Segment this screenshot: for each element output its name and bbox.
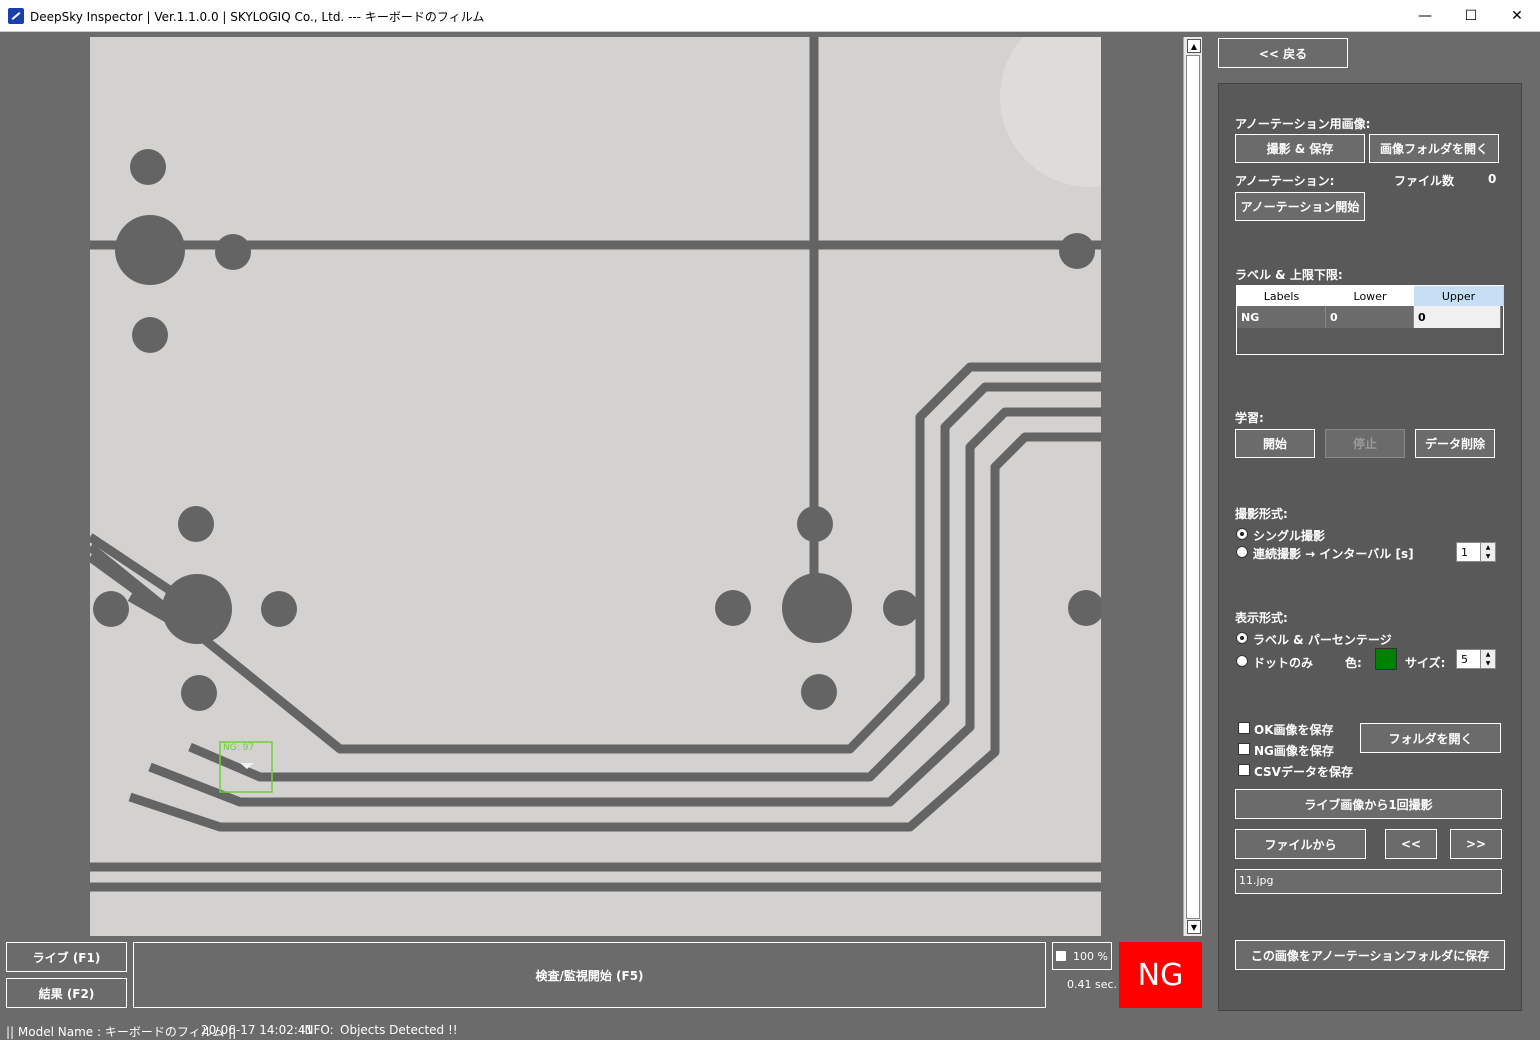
start-annotation-button[interactable]: アノーテーション開始	[1235, 192, 1365, 221]
single-capture-radio[interactable]	[1236, 528, 1248, 540]
learning-label: 学習:	[1235, 411, 1264, 425]
capture-mode-label: 撮影形式:	[1235, 507, 1288, 521]
learn-start-button[interactable]: 開始	[1235, 429, 1315, 458]
label-percentage-label: ラベル & パーセンテージ	[1253, 633, 1392, 647]
verdict-badge: NG	[1119, 942, 1202, 1008]
status-bar: || Model Name : キーボードのフィルム || 20-06-17 1…	[0, 1019, 1540, 1040]
vertical-scrollbar[interactable]: ▲ ▼	[1183, 37, 1202, 936]
open-folder-button[interactable]: フォルダを開く	[1360, 723, 1501, 753]
size-value: 5	[1461, 653, 1468, 666]
save-ng-checkbox[interactable]	[1238, 743, 1250, 755]
size-label: サイズ:	[1405, 656, 1446, 670]
label-limits-label: ラベル & 上限下限:	[1235, 268, 1343, 282]
learn-stop-button[interactable]: 停止	[1325, 429, 1405, 458]
save-csv-label: CSVデータを保存	[1254, 765, 1353, 779]
title-bar: DeepSky Inspector | Ver.1.1.0.0 | SKYLOG…	[0, 0, 1540, 32]
continuous-capture-radio[interactable]	[1236, 546, 1248, 558]
capture-save-button[interactable]: 撮影 & 保存	[1235, 134, 1365, 163]
zoom-toggle[interactable]: 100 %	[1052, 942, 1112, 970]
detection-label: NG: 97	[223, 743, 254, 753]
table-header-upper: Upper	[1414, 286, 1504, 306]
info-message: Objects Detected !!	[340, 1023, 458, 1037]
label-percentage-radio[interactable]	[1236, 632, 1248, 644]
from-file-button[interactable]: ファイルから	[1235, 829, 1366, 859]
minimize-button[interactable]: —	[1402, 0, 1448, 31]
single-capture-label: シングル撮影	[1253, 529, 1326, 543]
save-ok-label: OK画像を保存	[1254, 723, 1334, 737]
inspection-image: NG: 97	[90, 37, 1101, 936]
table-cell-upper[interactable]: 0	[1414, 306, 1501, 328]
stepper-arrows-icon[interactable]: ▲ ▼	[1480, 543, 1495, 561]
save-ng-label: NG画像を保存	[1254, 744, 1334, 758]
elapsed-time: 0.41 sec.	[1067, 978, 1118, 991]
save-to-annotation-button[interactable]: この画像をアノーテーションフォルダに保存	[1235, 940, 1505, 970]
annotation-image-label: アノーテーション用画像:	[1235, 117, 1371, 131]
open-image-folder-button[interactable]: 画像フォルダを開く	[1369, 134, 1499, 163]
stepper-arrows-icon[interactable]: ▲ ▼	[1480, 650, 1495, 668]
save-csv-checkbox[interactable]	[1238, 764, 1250, 776]
live-button[interactable]: ライブ (F1)	[6, 942, 127, 972]
table-cell-lower[interactable]: 0	[1326, 306, 1414, 328]
save-ok-checkbox[interactable]	[1238, 722, 1250, 734]
data-delete-button[interactable]: データ削除	[1415, 429, 1495, 458]
close-button[interactable]: ✕	[1494, 0, 1540, 31]
scroll-down-icon[interactable]: ▼	[1187, 920, 1201, 934]
scroll-thumb[interactable]	[1186, 55, 1200, 919]
file-count-label: ファイル数	[1394, 174, 1455, 188]
annotation-label: アノーテーション:	[1235, 174, 1335, 188]
dot-only-label: ドットのみ	[1253, 656, 1314, 670]
result-button[interactable]: 結果 (F2)	[6, 978, 127, 1008]
scroll-up-icon[interactable]: ▲	[1187, 39, 1201, 53]
color-label: 色:	[1345, 656, 1362, 670]
back-button[interactable]: << 戻る	[1218, 38, 1348, 68]
size-stepper[interactable]: 5 ▲ ▼	[1456, 649, 1496, 669]
label-limits-table[interactable]: Labels Lower Upper NG 0 0	[1236, 285, 1504, 355]
inspect-start-button[interactable]: 検査/監視開始 (F5)	[133, 942, 1046, 1008]
info-label: INFO:	[301, 1023, 334, 1037]
table-cell-label[interactable]: NG	[1237, 306, 1326, 328]
maximize-button[interactable]: ☐	[1448, 0, 1494, 31]
window-title: DeepSky Inspector | Ver.1.1.0.0 | SKYLOG…	[30, 10, 485, 24]
table-header-lower: Lower	[1326, 286, 1415, 306]
file-count-value: 0	[1488, 172, 1497, 186]
next-file-button[interactable]: >>	[1450, 829, 1502, 859]
continuous-capture-label: 連続撮影 → インターバル [s]	[1253, 547, 1414, 561]
zoom-percent: 100 %	[1073, 950, 1108, 963]
zoom-checkbox[interactable]	[1056, 951, 1066, 961]
app-logo-icon	[8, 8, 24, 24]
dot-color-swatch[interactable]	[1375, 648, 1397, 670]
table-header-labels: Labels	[1237, 286, 1327, 306]
status-timestamp: 20-06-17 14:02:41	[201, 1023, 314, 1037]
dot-only-radio[interactable]	[1236, 655, 1248, 667]
capture-once-button[interactable]: ライブ画像から1回撮影	[1235, 789, 1502, 819]
filename-field[interactable]: 11.jpg	[1235, 869, 1502, 894]
prev-file-button[interactable]: <<	[1385, 829, 1437, 859]
interval-value: 1	[1461, 546, 1468, 559]
circuit-film-image: NG: 97	[90, 37, 1101, 936]
display-mode-label: 表示形式:	[1235, 611, 1288, 625]
interval-stepper[interactable]: 1 ▲ ▼	[1456, 542, 1496, 562]
